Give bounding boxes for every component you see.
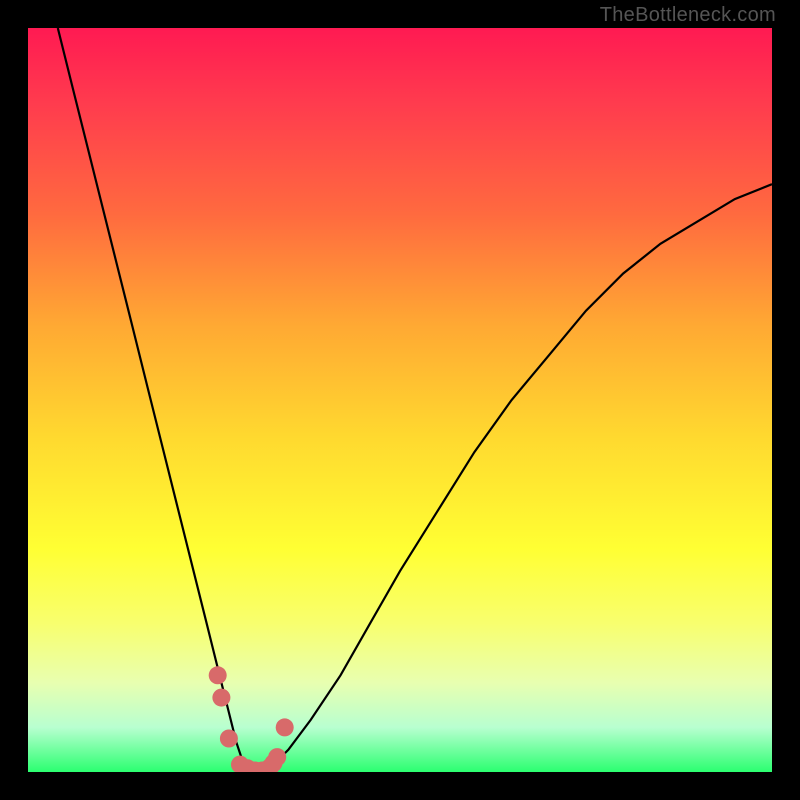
attribution-text: TheBottleneck.com — [600, 4, 776, 27]
chart-svg — [28, 28, 772, 772]
marker-point — [212, 689, 230, 707]
chart-frame — [28, 28, 772, 772]
bottleneck-curve — [58, 28, 772, 772]
marker-point — [268, 748, 286, 766]
curve-markers — [209, 666, 294, 772]
marker-point — [276, 718, 294, 736]
plot-area — [28, 28, 772, 772]
marker-point — [220, 730, 238, 748]
marker-point — [209, 666, 227, 684]
